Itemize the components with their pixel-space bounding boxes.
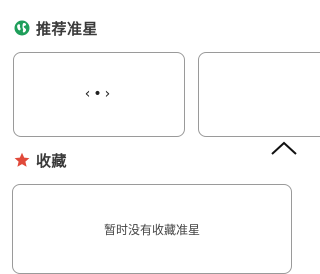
favorites-empty-card: 暂时没有收藏准星 [12, 184, 292, 274]
favorites-empty-message: 暂时没有收藏准星 [103, 223, 200, 237]
recommend-section-header: 推荐准星 [14, 18, 98, 38]
recommended-crosshair-card[interactable] [198, 52, 320, 155]
recommend-section-title: 推荐准星 [36, 19, 99, 38]
chevron-up-icon [271, 141, 297, 155]
globe-icon [14, 20, 30, 36]
favorites-section-header: 收藏 [14, 150, 67, 170]
star-icon [14, 152, 30, 167]
favorites-section-title: 收藏 [36, 151, 68, 170]
recommended-crosshair-card[interactable]: ‹•› [13, 52, 185, 137]
crosshair-preview: ‹•› [84, 86, 114, 102]
